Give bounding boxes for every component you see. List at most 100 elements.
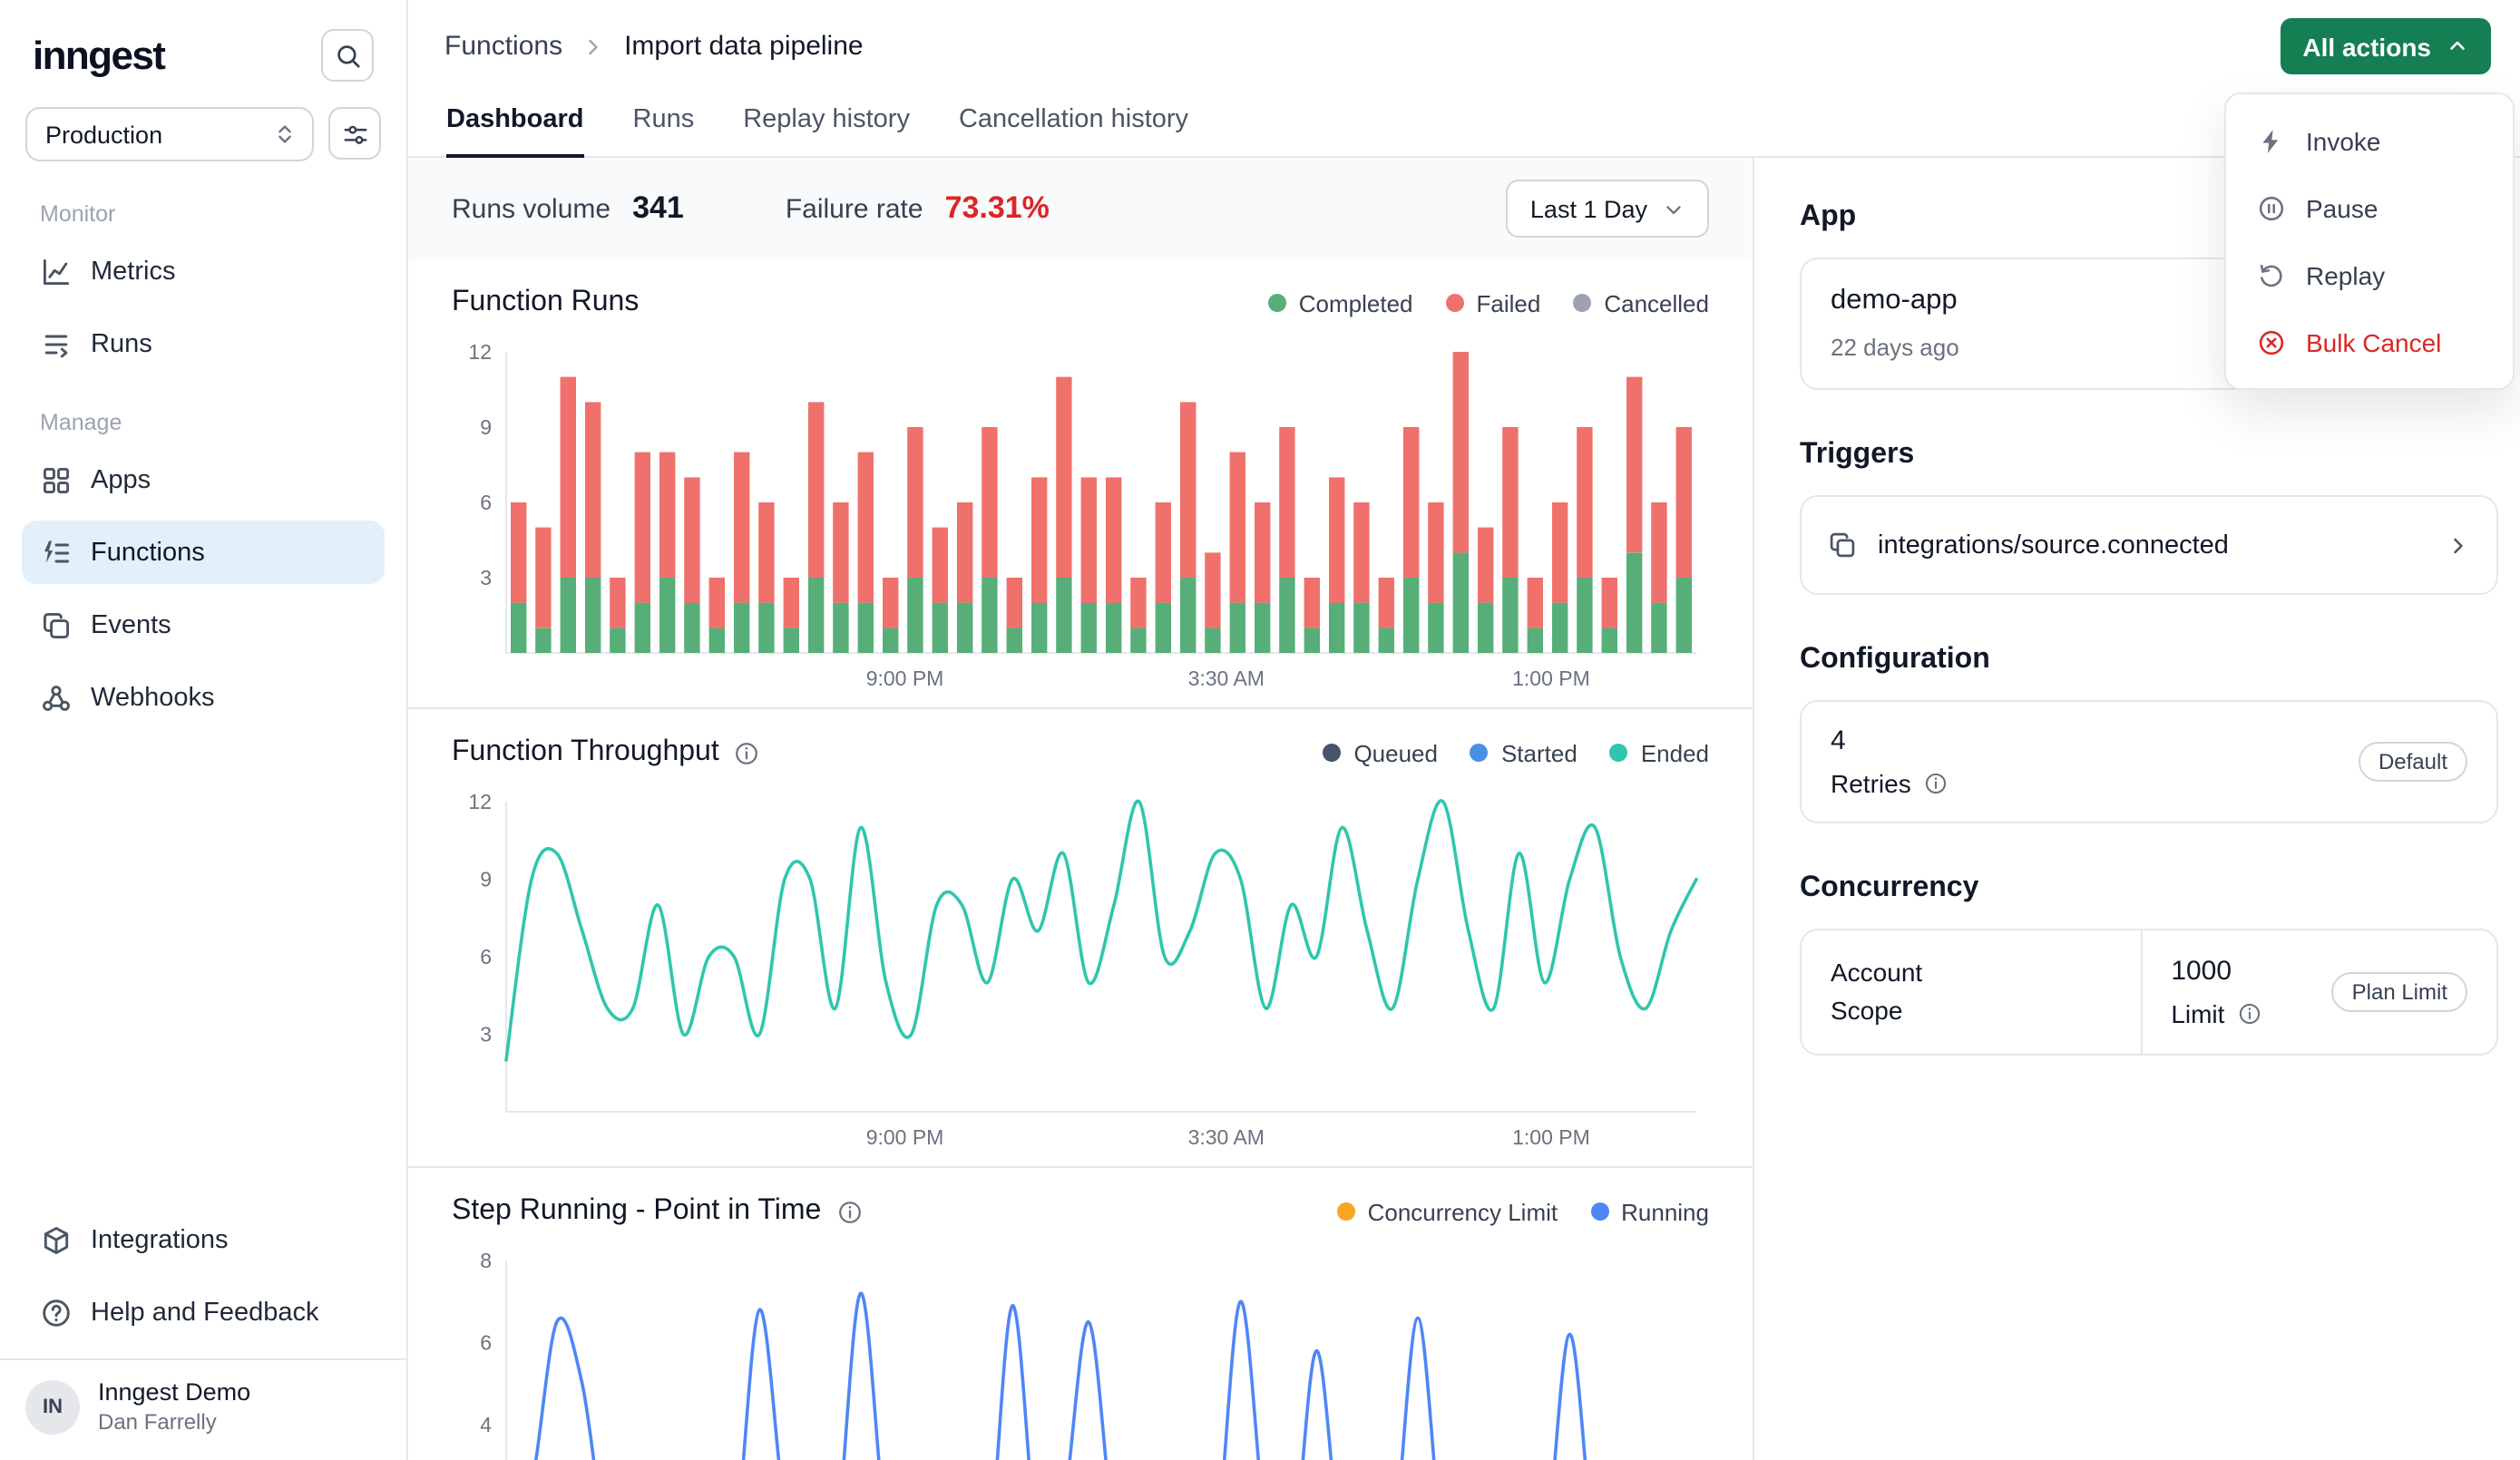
tab-dashboard[interactable]: Dashboard: [446, 105, 584, 158]
trigger-event-name: integrations/source.connected: [1878, 530, 2229, 560]
menu-item-bulk-cancel[interactable]: Bulk Cancel: [2239, 308, 2500, 375]
inngest-app: inngest Production Monitor Metrics Runs …: [0, 0, 2520, 1460]
sidebar-item-webhooks[interactable]: Webhooks: [22, 666, 385, 729]
svg-text:12: 12: [468, 790, 492, 813]
failure-rate-label: Failure rate: [786, 194, 923, 225]
topbar: Functions Import data pipeline All actio…: [408, 0, 2520, 158]
legend-item-failed: Failed: [1446, 289, 1541, 316]
configuration-heading: Configuration: [1800, 644, 2498, 676]
chevron-right-icon: [581, 34, 606, 59]
sidebar-footer: Integrations Help and Feedback IN Innges…: [22, 1208, 385, 1460]
sidebar-item-apps[interactable]: Apps: [22, 448, 385, 511]
menu-item-replay[interactable]: Replay: [2239, 241, 2500, 308]
menu-item-label: Pause: [2306, 193, 2378, 222]
svg-text:6: 6: [480, 945, 492, 968]
svg-text:9: 9: [480, 415, 492, 439]
sidebar-item-runs[interactable]: Runs: [22, 312, 385, 375]
legend-dot: [1610, 744, 1628, 762]
user-subtitle: Dan Farrelly: [98, 1409, 250, 1435]
chevron-down-icon: [1662, 197, 1685, 220]
svg-text:9:00 PM: 9:00 PM: [866, 1125, 944, 1149]
user-info: Inngest Demo Dan Farrelly: [98, 1378, 250, 1435]
legend-item-running: Running: [1590, 1198, 1709, 1225]
runs-volume-label: Runs volume: [452, 194, 610, 225]
sidebar-item-label: Functions: [91, 538, 205, 567]
svg-text:3: 3: [480, 1023, 492, 1046]
search-icon: [333, 41, 362, 70]
concurrency-heading: Concurrency: [1800, 872, 2498, 905]
step-running-title: Step Running - Point in Time: [452, 1195, 863, 1228]
retries-info: 4 Retries: [1831, 725, 1949, 798]
runs-volume-value: 341: [632, 190, 684, 227]
step-running-card: Step Running - Point in Time Concurrency…: [408, 1166, 1753, 1460]
user-menu[interactable]: IN Inngest Demo Dan Farrelly: [0, 1358, 406, 1453]
section-label-monitor: Monitor: [22, 176, 385, 239]
legend-dot: [1268, 294, 1286, 312]
all-actions-button[interactable]: All actions: [2281, 18, 2491, 74]
sidebar-item-metrics[interactable]: Metrics: [22, 239, 385, 303]
menu-item-invoke[interactable]: Invoke: [2239, 107, 2500, 174]
user-name: Inngest Demo: [98, 1378, 250, 1406]
runs-icon: [40, 327, 73, 360]
sidebar-item-events[interactable]: Events: [22, 593, 385, 657]
logo-row: inngest: [22, 25, 385, 107]
pause-icon: [2257, 193, 2286, 222]
chevrons-up-down-icon: [272, 122, 298, 147]
sidebar-item-integrations[interactable]: Integrations: [22, 1208, 385, 1271]
legend-item-started: Started: [1470, 739, 1577, 766]
search-button[interactable]: [321, 29, 374, 82]
function-runs-legend: CompletedFailedCancelled: [1268, 289, 1709, 316]
tab-replay-history[interactable]: Replay history: [743, 105, 910, 158]
cancel-circle-icon: [2257, 327, 2286, 356]
function-runs-card: Function Runs CompletedFailedCancelled 3…: [408, 259, 1753, 707]
info-icon: [1924, 771, 1949, 796]
svg-text:1:00 PM: 1:00 PM: [1512, 1125, 1590, 1149]
chevron-up-icon: [2446, 34, 2469, 58]
environment-settings-button[interactable]: [328, 107, 381, 160]
main-area: Functions Import data pipeline All actio…: [408, 0, 2520, 1460]
legend-item-ended: Ended: [1610, 739, 1709, 766]
limit-label: Limit: [2171, 999, 2262, 1028]
function-throughput-legend: QueuedStartedEnded: [1323, 739, 1709, 766]
svg-text:3: 3: [480, 566, 492, 589]
help-icon: [40, 1296, 73, 1329]
info-icon: [835, 1198, 863, 1225]
legend-dot: [1573, 294, 1591, 312]
event-copy-icon: [1827, 530, 1858, 560]
time-range-selector[interactable]: Last 1 Day: [1507, 180, 1709, 238]
app-root: inngest Production Monitor Metrics Runs …: [0, 0, 2520, 1460]
section-label-manage: Manage: [22, 384, 385, 448]
breadcrumb-functions-link[interactable]: Functions: [444, 31, 562, 62]
svg-text:9:00 PM: 9:00 PM: [866, 667, 944, 690]
step-running-legend: Concurrency Limit Running: [1337, 1198, 1709, 1225]
content: Runs volume 341 Failure rate 73.31% Last…: [408, 158, 2520, 1460]
inngest-logo: inngest: [33, 32, 164, 79]
functions-icon: [40, 536, 73, 569]
svg-text:8: 8: [480, 1249, 492, 1272]
step-running-chart: 2468: [452, 1242, 1711, 1460]
concurrency-card: Account Scope 1000 Limit Plan Limit: [1800, 929, 2498, 1056]
legend-dot: [1323, 744, 1341, 762]
replay-icon: [2257, 260, 2286, 289]
apps-icon: [40, 463, 73, 496]
sidebar-item-help[interactable]: Help and Feedback: [22, 1280, 385, 1344]
function-throughput-title: Function Throughput: [452, 736, 761, 769]
menu-item-pause[interactable]: Pause: [2239, 174, 2500, 241]
menu-item-label: Invoke: [2306, 126, 2381, 155]
sidebar-item-label: Metrics: [91, 257, 175, 286]
tab-runs[interactable]: Runs: [633, 105, 695, 158]
runs-volume-stat: Runs volume 341: [452, 190, 684, 227]
environment-selector[interactable]: Production: [25, 107, 314, 161]
sidebar-item-label: Apps: [91, 465, 151, 494]
trigger-row[interactable]: integrations/source.connected: [1800, 495, 2498, 595]
retries-label: Retries: [1831, 769, 1949, 798]
sidebar-item-label: Integrations: [91, 1225, 229, 1254]
svg-text:4: 4: [480, 1413, 492, 1436]
all-actions-label: All actions: [2302, 32, 2431, 61]
plan-limit-badge: Plan Limit: [2332, 972, 2467, 1012]
tab-cancellation-history[interactable]: Cancellation history: [959, 105, 1188, 158]
failure-rate-value: 73.31%: [945, 190, 1050, 227]
legend-item-concurrency-limit: Concurrency Limit: [1337, 1198, 1558, 1225]
sidebar-item-functions[interactable]: Functions: [22, 521, 385, 584]
sidebar-item-label: Webhooks: [91, 683, 215, 712]
